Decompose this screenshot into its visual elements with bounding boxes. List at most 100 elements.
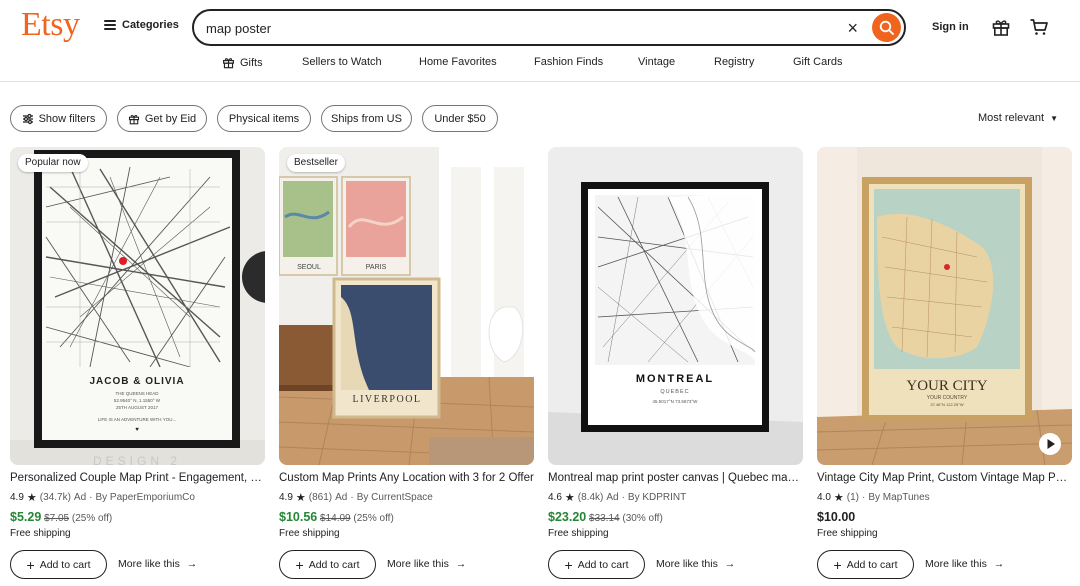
nav-item-sellers-to-watch[interactable]: Sellers to Watch [302,56,382,68]
price-row: $10.56 $14.09 (25% off) [279,510,394,524]
more-like-this-link[interactable]: More like this → [925,558,1004,570]
sale-price: $5.29 [10,510,42,524]
sort-dropdown[interactable]: Most relevant ▼ [978,112,1058,124]
separator: · [621,492,625,503]
poster-quote: LIFE IS AN ADVENTURE WITH YOU... [98,417,176,422]
discount: (25% off) [353,513,394,524]
poster-couple-name: JACOB & OLIVIA [89,376,184,387]
rating-row: 4.9 ★ (861) Ad · By CurrentSpace [279,491,433,504]
listing-card[interactable]: JACOB & OLIVIA THE QUEENS HEAD 52.9540° … [10,147,265,586]
link-label: More like this [656,558,718,570]
add-to-cart-button[interactable]: + Add to cart [279,550,376,579]
poster-country: YOUR COUNTRY [927,395,968,401]
seller-name[interactable]: By CurrentSpace [357,492,433,503]
more-like-this-link[interactable]: More like this → [387,558,466,570]
listing-card[interactable]: MONTREAL QUEBEC 45.5017°N 73.5673°W Mont… [548,147,803,586]
nav-label: Gifts [240,56,263,69]
link-label: More like this [387,558,449,570]
review-count: (861) [308,492,333,503]
button-label: Add to cart [577,558,629,571]
separator: · [862,492,866,503]
seller-name[interactable]: By MapTunes [868,492,929,503]
nav-item-fashion-finds[interactable]: Fashion Finds [534,56,603,68]
get-by-eid-chip[interactable]: Get by Eid [117,105,207,132]
poster-venue: THE QUEENS HEAD [115,391,159,396]
filter-sliders-icon [22,113,33,124]
separator: · [89,492,93,503]
listing-card[interactable]: YOUR CITY YOUR COUNTRY 37.46°N 122.25°W … [817,147,1072,586]
popular-now-badge: Popular now [18,154,88,172]
poster-coordinates: 45.5017°N 73.5673°W [653,399,699,404]
listing-title[interactable]: Custom Map Prints Any Location with 3 fo… [279,472,534,484]
rating-row: 4.6 ★ (8.4k) Ad · By KDPRINT [548,491,686,504]
seller-name[interactable]: By PaperEmporiumCo [95,492,194,503]
listing-image[interactable]: YOUR CITY YOUR COUNTRY 37.46°N 122.25°W [817,147,1072,465]
listing-photo: MONTREAL QUEBEC 45.5017°N 73.5673°W [548,147,803,465]
categories-button[interactable]: Categories [104,19,179,31]
review-count: (34.7k) [39,492,71,503]
listing-image[interactable]: JACOB & OLIVIA THE QUEENS HEAD 52.9540° … [10,147,265,465]
review-count: (1) [846,492,860,503]
plus-icon: + [295,556,304,573]
search-bar: × [192,9,906,46]
rating-value: 4.0 [817,492,831,503]
price: $10.00 [817,510,856,524]
listing-image[interactable]: MONTREAL QUEBEC 45.5017°N 73.5673°W [548,147,803,465]
poster-date: 25TH AUGUST 2017 [116,405,158,410]
heart-icon: ♥ [135,427,139,433]
rating-value: 4.9 [10,492,24,503]
nav-item-gifts[interactable]: Gifts [222,56,263,69]
clear-search-icon[interactable]: × [847,18,858,38]
seller-name[interactable]: By KDPRINT [628,492,686,503]
listing-title[interactable]: Montreal map print poster canvas | Quebe… [548,472,803,484]
ships-from-us-chip[interactable]: Ships from US [321,105,412,132]
poster-region: QUEBEC [660,389,689,395]
poster-city-label: PARIS [366,264,387,271]
nav-item-home-favorites[interactable]: Home Favorites [419,56,497,68]
physical-items-chip[interactable]: Physical items [217,105,311,132]
listing-image[interactable]: SEOUL PARIS LIVERPOOL Bestseller [279,147,534,465]
separator: · [350,492,354,503]
add-to-cart-button[interactable]: + Add to cart [548,550,645,579]
search-button[interactable] [872,13,901,42]
show-filters-button[interactable]: Show filters [10,105,107,132]
gift-icon[interactable] [991,17,1011,37]
ad-label: Ad [606,492,619,503]
search-input[interactable] [206,18,806,38]
menu-icon [104,20,116,30]
arrow-right-icon: → [993,558,1005,570]
add-to-cart-button[interactable]: + Add to cart [10,550,107,579]
play-video-icon[interactable] [1038,432,1062,456]
gift-icon [128,114,139,124]
add-to-cart-button[interactable]: + Add to cart [817,550,914,579]
sign-in-link[interactable]: Sign in [932,21,969,33]
categories-label: Categories [122,19,179,31]
listing-card[interactable]: SEOUL PARIS LIVERPOOL Bestseller Custom … [279,147,534,586]
original-price: $33.14 [589,513,620,524]
rating-row: 4.0 ★ (1) · By MapTunes [817,491,930,504]
rating-value: 4.6 [548,492,562,503]
arrow-right-icon: → [455,558,467,570]
arrow-right-icon: → [186,558,198,570]
nav-item-gift-cards[interactable]: Gift Cards [793,56,843,68]
poster-coordinates: 37.46°N 122.25°W [930,402,963,407]
star-icon: ★ [833,492,844,504]
price-row: $5.29 $7.05 (25% off) [10,510,112,524]
nav-item-vintage[interactable]: Vintage [638,56,675,68]
listing-title[interactable]: Vintage City Map Print, Custom Vintage M… [817,472,1072,484]
more-like-this-link[interactable]: More like this → [118,558,197,570]
rating-value: 4.9 [279,492,293,503]
listing-title[interactable]: Personalized Couple Map Print - Engageme… [10,472,265,484]
discount: (30% off) [622,513,663,524]
shipping-label: Free shipping [279,528,340,539]
nav-item-registry[interactable]: Registry [714,56,754,68]
link-label: More like this [925,558,987,570]
button-label: Add to cart [308,558,360,571]
plus-icon: + [833,556,842,573]
under-50-chip[interactable]: Under $50 [422,105,498,132]
etsy-logo[interactable]: Etsy [21,6,80,44]
more-like-this-link[interactable]: More like this → [656,558,735,570]
chip-label: Get by Eid [144,112,197,125]
cart-icon[interactable] [1029,17,1049,37]
poster-city-label: SEOUL [297,264,321,271]
